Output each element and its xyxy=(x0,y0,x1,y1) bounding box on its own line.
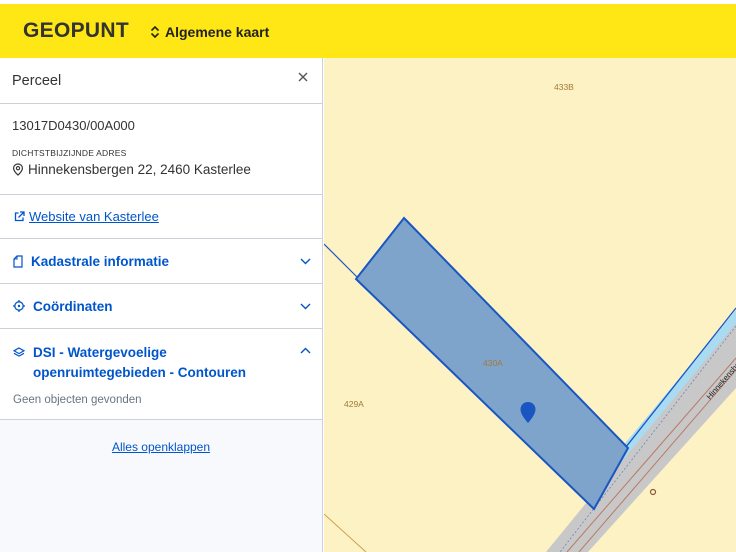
map-type-label: Algemene kaart xyxy=(165,24,270,40)
chevron-up-icon xyxy=(300,347,311,354)
website-link[interactable]: Website van Kasterlee xyxy=(29,209,159,224)
accordion-kadastrale-informatie[interactable]: Kadastrale informatie xyxy=(0,239,322,284)
address-text: Hinnekensbergen 22, 2460 Kasterlee xyxy=(28,162,251,177)
sort-arrows-icon xyxy=(150,26,160,38)
address-label: DICHTSTBIJZIJNDE ADRES xyxy=(12,148,127,158)
website-link-row: Website van Kasterlee xyxy=(0,195,322,239)
accordion-coordinaten[interactable]: Coördinaten xyxy=(0,284,322,329)
parcel-label-429a: 429A xyxy=(344,399,364,409)
document-icon xyxy=(13,254,23,268)
parcel-label-430a: 430A xyxy=(483,358,503,368)
close-icon[interactable] xyxy=(296,70,310,84)
layers-icon xyxy=(13,347,25,357)
expand-all-link[interactable]: Alles openklappen xyxy=(112,440,210,454)
accordion-header: DSI - Watergevoelige openruimtegebieden … xyxy=(13,343,309,383)
address-row: Hinnekensbergen 22, 2460 Kasterlee xyxy=(12,162,310,177)
chevron-down-icon xyxy=(300,258,311,265)
accordion-label: DSI - Watergevoelige openruimtegebieden … xyxy=(33,345,247,380)
crosshair-icon xyxy=(13,300,25,312)
parcel-details: 13017D0430/00A000 DICHTSTBIJZIJNDE ADRES… xyxy=(0,104,322,195)
expand-all-row: Alles openklappen xyxy=(0,436,322,455)
location-pin-icon xyxy=(12,163,24,176)
map-canvas[interactable]: 433B 430A 429A Hinnekensbergen xyxy=(324,58,736,552)
parcel-id: 13017D0430/00A000 xyxy=(12,118,135,133)
accordion-dsi-watergevoelige[interactable]: DSI - Watergevoelige openruimtegebieden … xyxy=(0,329,322,420)
panel-title: Perceel xyxy=(12,72,62,89)
top-bar: GEOPUNT Algemene kaart xyxy=(0,0,736,58)
geopunt-logo[interactable]: GEOPUNT xyxy=(23,19,129,43)
accordion-label: Kadastrale informatie xyxy=(31,253,170,269)
map-type-selector[interactable]: Algemene kaart xyxy=(150,24,269,40)
parcel-label-433b: 433B xyxy=(554,82,574,92)
external-link-icon xyxy=(14,211,25,222)
accordion-label: Coördinaten xyxy=(33,298,113,314)
panel-header: Perceel xyxy=(0,58,322,104)
chevron-down-icon xyxy=(300,303,311,310)
info-panel: Perceel 13017D0430/00A000 DICHTSTBIJZIJN… xyxy=(0,58,323,552)
empty-message: Geen objecten gevonden xyxy=(13,394,142,406)
